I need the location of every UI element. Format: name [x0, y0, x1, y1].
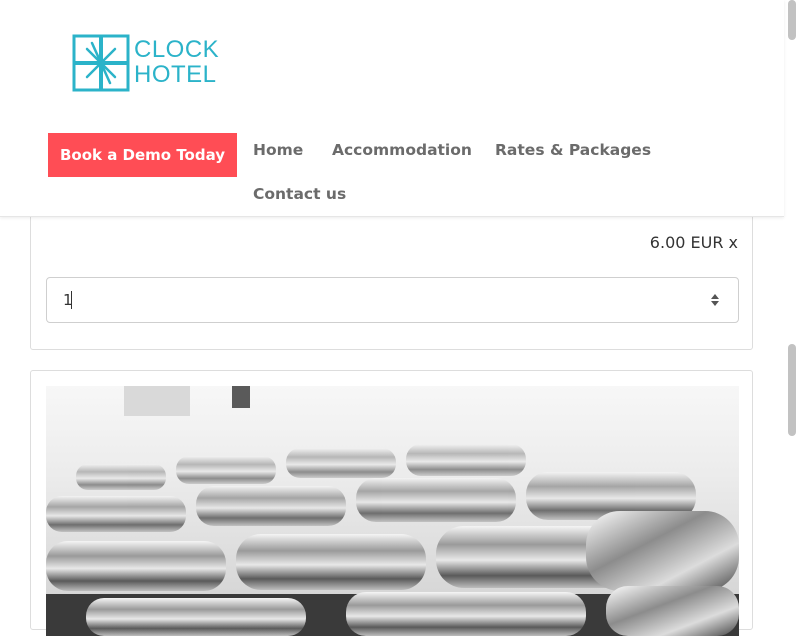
quantity-field[interactable] [46, 277, 739, 323]
logo-line-1: CLOCK [134, 36, 220, 63]
item-price: 6.00 EUR x [649, 233, 738, 252]
nav-item-accommodation[interactable]: Accommodation [332, 141, 472, 159]
scrollbar-track[interactable] [784, 0, 800, 600]
nav-item-contact-us[interactable]: Contact us [253, 185, 346, 203]
site-logo[interactable]: CLOCK HOTEL [72, 34, 222, 94]
spinner-arrows-icon[interactable] [708, 292, 722, 308]
site-header: CLOCK HOTEL Book a Demo Today Home Accom… [0, 0, 784, 217]
clock-hotel-logo-mark-icon [72, 34, 130, 92]
logo-wordmark: CLOCK HOTEL [134, 37, 219, 87]
nav-item-home[interactable]: Home [253, 141, 303, 159]
nav-item-rates-packages[interactable]: Rates & Packages [495, 141, 651, 159]
quantity-input[interactable] [47, 278, 697, 322]
gym-image-card [30, 370, 753, 636]
page-scrollbar-thumb[interactable] [788, 344, 796, 436]
text-cursor [71, 291, 72, 309]
logo-line-2: HOTEL [134, 61, 217, 88]
dumbbells-illustration [46, 386, 739, 636]
header-scrollbar-thumb[interactable] [788, 0, 796, 40]
dumbbells-photo [46, 386, 739, 636]
book-demo-button[interactable]: Book a Demo Today [48, 133, 237, 177]
